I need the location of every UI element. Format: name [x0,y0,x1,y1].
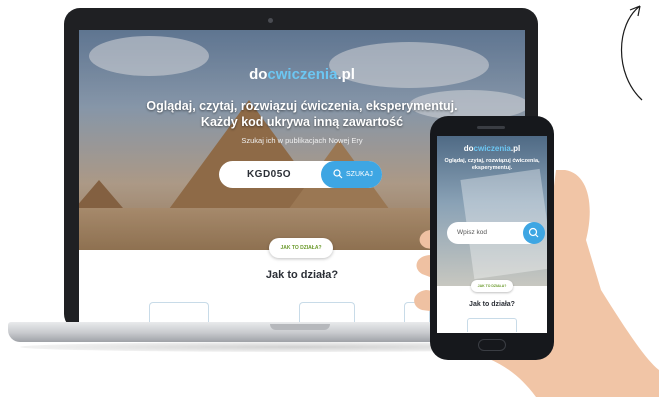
mobile-how-title: Jak to działa? [469,301,515,308]
book-illustration [149,302,209,322]
laptop-notch [270,324,330,330]
arrow-icon [621,5,643,101]
search-icon [333,169,343,179]
how-it-works-badge[interactable]: JAK TO DZIAŁA? [269,238,333,258]
mobile-search-bar: Wpisz kod [447,222,545,244]
laptop-illustration [299,302,355,322]
mobile-how-badge[interactable]: JAK TO DZIAŁA? [471,280,513,292]
phone-speaker [477,126,505,129]
search-button-label: SZUKAJ [346,171,373,178]
mobile-search-button[interactable] [523,222,545,244]
camera-icon [268,18,273,23]
mobile-tagline: Oglądaj, czytaj, rozwiązuj ćwiczenia, ek… [444,158,540,171]
phone-home-button[interactable] [478,339,506,351]
code-search-bar: KGD05O SZUKAJ [219,161,382,188]
search-icon [528,227,539,238]
mobile-site-logo[interactable]: docwiczenia.pl [437,144,547,153]
mobile-code-input[interactable]: Wpisz kod [457,222,487,244]
mobile-how-it-works: JAK TO DZIAŁA? Jak to działa? [437,280,547,333]
tagline-line-1: Oglądaj, czytaj, rozwiązuj ćwiczenia, ek… [146,99,458,113]
mobile-hero: docwiczenia.pl Oglądaj, czytaj, rozwiązu… [437,136,547,286]
phone-screen: docwiczenia.pl Oglądaj, czytaj, rozwiązu… [437,136,547,333]
search-button[interactable]: SZUKAJ [321,161,382,188]
site-logo[interactable]: docwiczenia.pl [79,66,525,83]
mobile-book-illustration [467,318,517,332]
code-input[interactable]: KGD05O [219,161,319,188]
